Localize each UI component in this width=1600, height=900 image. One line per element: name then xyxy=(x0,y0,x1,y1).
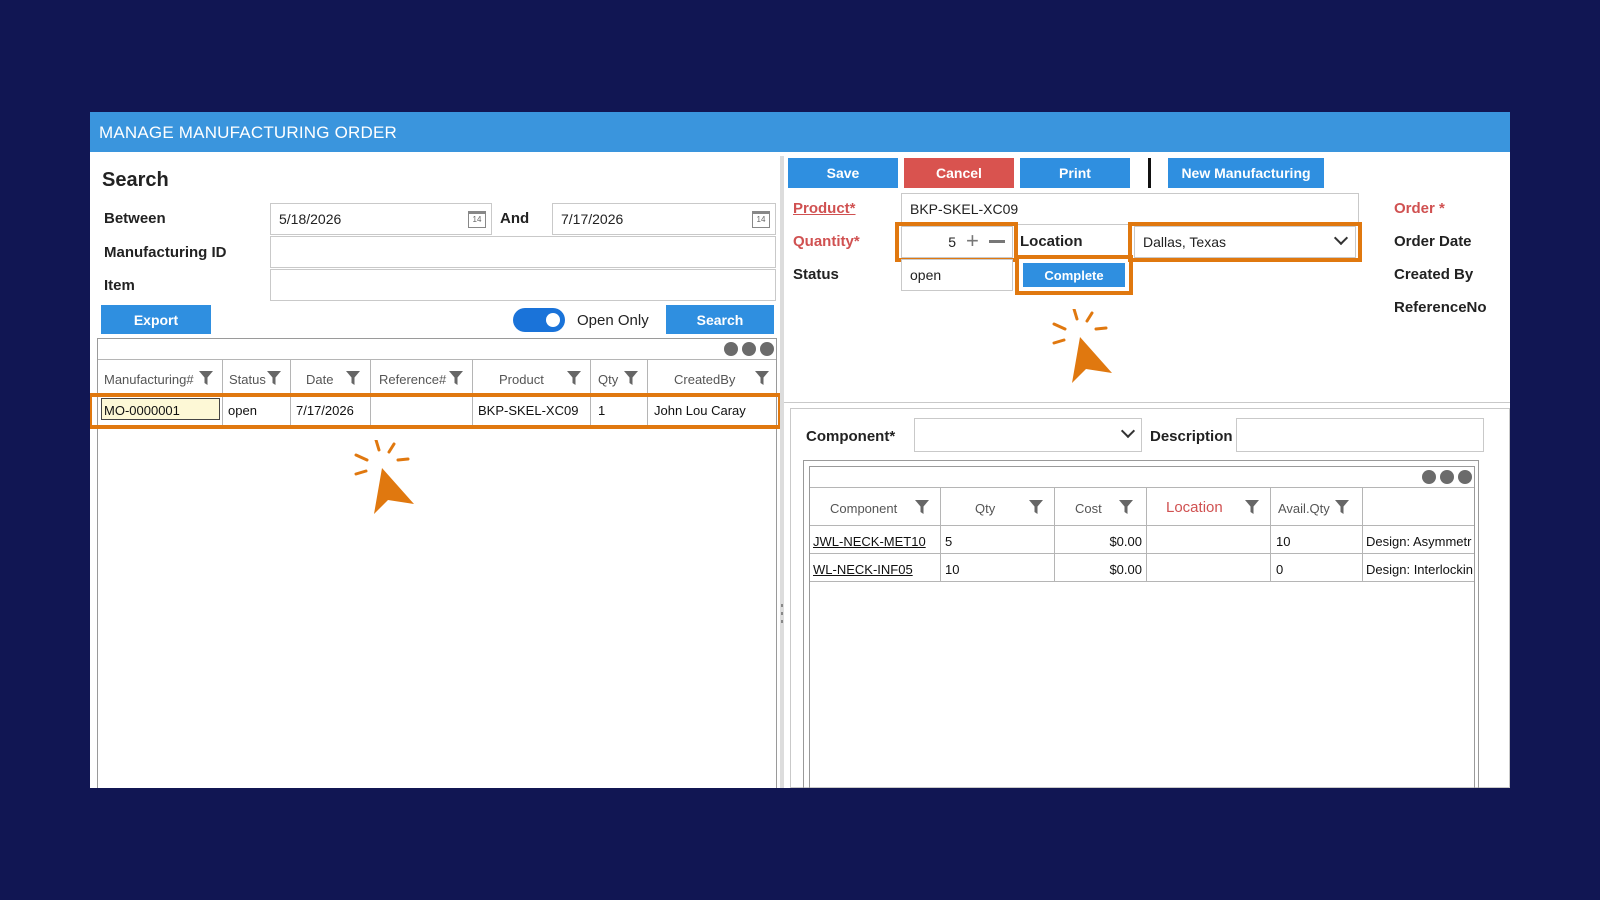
cell-availqty: 0 xyxy=(1276,562,1284,577)
filter-icon[interactable] xyxy=(345,370,361,386)
cell-qty: 10 xyxy=(945,562,960,577)
table-row[interactable]: WL-NECK-INF05 10 $0.00 0 Design: Interlo… xyxy=(810,554,1474,581)
print-button[interactable]: Print xyxy=(1020,158,1130,188)
status-field: open xyxy=(901,259,1013,291)
product-field[interactable]: BKP-SKEL-XC09 xyxy=(901,193,1359,225)
from-date-field[interactable]: 5/18/2026 14 xyxy=(270,203,492,235)
item-label: Item xyxy=(104,277,135,294)
cell-component[interactable]: WL-NECK-INF05 xyxy=(813,562,913,577)
manufacturing-order-window: MANAGE MANUFACTURING ORDER Search Betwee… xyxy=(90,112,1510,788)
column-header-qty[interactable]: Qty xyxy=(975,501,995,516)
filter-icon[interactable] xyxy=(1028,499,1044,515)
order-label: Order * xyxy=(1394,200,1445,217)
column-header-component[interactable]: Component xyxy=(830,501,897,516)
status-label: Status xyxy=(793,266,839,283)
location-label: Location xyxy=(1020,233,1083,250)
new-manufacturing-button[interactable]: New Manufacturing xyxy=(1168,158,1324,188)
component-select[interactable] xyxy=(914,418,1142,452)
order-date-label: Order Date xyxy=(1394,233,1472,250)
column-header-reference[interactable]: Reference# xyxy=(379,372,446,387)
from-date-value: 5/18/2026 xyxy=(279,211,342,227)
between-label: Between xyxy=(104,210,166,227)
cell-qty: 5 xyxy=(945,534,953,549)
description-input[interactable] xyxy=(1236,418,1484,452)
pointer-cursor-icon xyxy=(1052,309,1112,383)
filter-icon[interactable] xyxy=(566,370,582,386)
manufacturing-id-input[interactable] xyxy=(270,236,776,268)
column-header-cost[interactable]: Cost xyxy=(1075,501,1102,516)
column-header-status[interactable]: Status xyxy=(229,372,266,387)
complete-highlight xyxy=(1015,255,1133,295)
to-date-field[interactable]: 7/17/2026 14 xyxy=(552,203,776,235)
export-button[interactable]: Export xyxy=(101,305,211,334)
filter-icon[interactable] xyxy=(914,499,930,515)
column-header-createdby[interactable]: CreatedBy xyxy=(674,372,735,387)
calendar-icon[interactable]: 14 xyxy=(468,211,486,228)
table-row[interactable]: JWL-NECK-MET10 5 $0.00 10 Design: Asymme… xyxy=(810,526,1474,553)
cell-availqty: 10 xyxy=(1276,534,1291,549)
pane-splitter[interactable] xyxy=(780,156,784,788)
quantity-label: Quantity* xyxy=(793,233,860,250)
calendar-icon[interactable]: 14 xyxy=(752,211,770,228)
open-only-label: Open Only xyxy=(577,312,649,329)
components-grid: Component Qty Cost Location Avail.Qty JW… xyxy=(809,466,1475,788)
filter-icon[interactable] xyxy=(754,370,770,386)
grid-options-icon[interactable] xyxy=(1422,470,1472,484)
search-heading: Search xyxy=(102,169,169,191)
column-header-product[interactable]: Product xyxy=(499,372,544,387)
cell-cost: $0.00 xyxy=(1109,534,1142,549)
location-highlight xyxy=(1128,222,1362,262)
created-by-label: Created By xyxy=(1394,266,1474,283)
filter-icon[interactable] xyxy=(266,370,282,386)
cell-cost: $0.00 xyxy=(1109,562,1142,577)
column-header-qty[interactable]: Qty xyxy=(598,372,618,387)
open-only-toggle[interactable] xyxy=(513,308,565,332)
column-header-location[interactable]: Location xyxy=(1166,499,1223,516)
column-header-manufacturing[interactable]: Manufacturing# xyxy=(104,372,194,387)
column-header-date[interactable]: Date xyxy=(306,372,333,387)
reference-label: ReferenceNo xyxy=(1394,299,1487,316)
cancel-button[interactable]: Cancel xyxy=(904,158,1014,188)
and-label: And xyxy=(500,210,530,227)
product-label[interactable]: Product* xyxy=(793,200,856,217)
window-title: MANAGE MANUFACTURING ORDER xyxy=(90,112,1510,152)
cell-component[interactable]: JWL-NECK-MET10 xyxy=(813,534,926,549)
column-header-availqty[interactable]: Avail.Qty xyxy=(1278,501,1330,516)
filter-icon[interactable] xyxy=(448,370,464,386)
item-input[interactable] xyxy=(270,269,776,301)
description-label: Description xyxy=(1150,428,1233,445)
toggle-knob xyxy=(546,313,560,327)
filter-icon[interactable] xyxy=(1334,499,1350,515)
component-label: Component* xyxy=(806,428,896,445)
cell-description: Design: Interlockin xyxy=(1366,562,1473,577)
filter-icon[interactable] xyxy=(198,370,214,386)
grid-options-icon[interactable] xyxy=(724,342,774,356)
pointer-cursor-icon xyxy=(354,440,414,514)
filter-icon[interactable] xyxy=(623,370,639,386)
filter-icon[interactable] xyxy=(1118,499,1134,515)
toolbar-divider xyxy=(1148,158,1151,188)
save-button[interactable]: Save xyxy=(788,158,898,188)
search-button[interactable]: Search xyxy=(666,305,774,334)
quantity-highlight xyxy=(895,222,1018,262)
filter-icon[interactable] xyxy=(1244,499,1260,515)
to-date-value: 7/17/2026 xyxy=(561,211,624,227)
cell-description: Design: Asymmetr xyxy=(1366,534,1472,549)
row-highlight xyxy=(90,393,782,429)
manufacturing-id-label: Manufacturing ID xyxy=(104,244,227,261)
